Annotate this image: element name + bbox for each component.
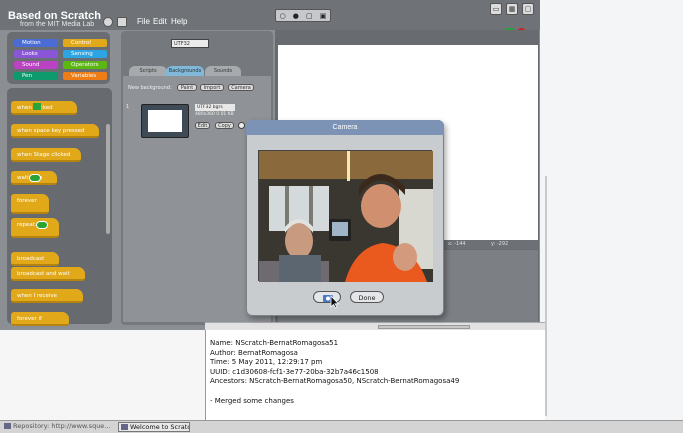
category-control[interactable]: Control [63,39,107,47]
camera-feed-image [259,151,433,282]
category-operators[interactable]: Operators [63,61,107,69]
category-variables[interactable]: Variables [63,72,107,80]
commit-ancestors: Ancestors: NScratch-BernatRomagosa50, NS… [210,377,460,386]
category-motion[interactable]: Motion [14,39,58,47]
background-size: 480x360 0.01 KB [195,112,234,117]
block-broadcast-and-wait[interactable]: broadcast and wait [11,267,85,281]
menu-help[interactable]: Help [171,17,187,26]
paint-button[interactable]: Paint [177,84,197,91]
zoom-out-icon[interactable]: ○ [280,12,286,20]
block-forever-if[interactable]: forever if [11,312,69,326]
tab-scripts[interactable]: Scripts [129,66,167,76]
copy-background-button[interactable]: Copy [215,122,234,129]
window-edge [545,176,547,416]
commit-time: Time: 5 May 2011, 12:29:17 pm [210,358,323,367]
category-pen[interactable]: Pen [14,72,58,80]
done-button[interactable]: Done [350,291,384,303]
block-when-key-pressed[interactable]: when space key pressed [11,124,99,138]
sprite-name-field[interactable]: UTF32 [171,39,209,48]
block-when-i-receive[interactable]: when I receive [11,289,83,303]
tab-sounds[interactable]: Sounds [205,66,241,76]
mouse-x-readout: x: -144 [448,241,466,247]
block-when-stage-clicked[interactable]: when Stage clicked [11,148,81,162]
mouse-y-readout: y: -292 [491,241,509,247]
new-background-label: New background: [128,85,172,91]
app-logo-subtitle: from the MIT Media Lab [20,21,95,28]
commit-name: Name: NScratch-BernatRomagosa51 [210,339,339,347]
repository-list [0,330,205,420]
menu-edit[interactable]: Edit [153,17,167,26]
block-forever[interactable]: forever [11,194,49,214]
commit-author: Author: BernatRomagosa [210,348,298,357]
palette-scrollbar[interactable] [106,124,110,234]
wait-value-input[interactable] [29,174,41,182]
camera-dialog-title: Camera [246,120,444,135]
block-repeat[interactable]: repeat [11,218,59,238]
tab-backgrounds[interactable]: Backgrounds [166,66,204,76]
camera-preview [258,150,433,282]
stage-view-controls: ○ ● ▢ ▣ [275,9,331,22]
splitter-handle[interactable] [378,325,470,329]
category-sensing[interactable]: Sensing [63,50,107,58]
mouse-cursor-icon [330,295,340,311]
import-button[interactable]: Import [200,84,224,91]
normal-stage-icon[interactable]: ▦ [506,3,518,15]
zoom-in-icon[interactable]: ● [293,12,299,20]
commit-message: - Merged some changes [210,396,294,405]
save-disk-icon[interactable] [117,17,127,27]
delete-background-icon[interactable] [238,122,245,129]
category-looks[interactable]: Looks [14,50,58,58]
camera-button[interactable]: Camera [228,84,254,91]
taskbar-item-repository-label: Repository: http://www.sque... [13,422,111,430]
commit-details-text: Name: NScratch-BernatRomagosa51 Author: … [210,339,459,406]
window-icon [121,424,128,430]
block-when-flag-clicked[interactable]: when clicked [11,101,77,115]
background-number: 1 [126,104,130,110]
language-globe-icon[interactable] [103,17,113,27]
taskbar-item-repository[interactable]: Repository: http://www.sque... [2,422,115,432]
background-preview [148,110,182,132]
presentation-icon[interactable]: ▢ [522,3,534,15]
small-stage-icon[interactable]: ▭ [490,3,502,15]
edit-background-button[interactable]: Edit [195,122,210,129]
taskbar-item-welcome-label: Welcome to Scratch [130,423,190,431]
full-stage-icon[interactable]: ▢ [306,12,313,20]
block-broadcast[interactable]: broadcast [11,252,59,266]
taskbar-item-welcome[interactable]: Welcome to Scratch [118,422,190,432]
green-flag-icon [33,103,41,110]
window-icon [4,423,11,429]
repeat-count-input[interactable] [36,221,48,229]
category-sound[interactable]: Sound [14,61,58,69]
background-name-field[interactable]: UTF32 bgrs [195,104,235,111]
desktop-background [540,0,683,433]
commit-uuid: UUID: c1d30608-fcf1-3e77-20ba-32b7a46c15… [210,367,379,376]
commit-blank-line [210,387,459,397]
presentation-mode-icon[interactable]: ▣ [320,12,327,20]
menu-file[interactable]: File [137,17,150,26]
